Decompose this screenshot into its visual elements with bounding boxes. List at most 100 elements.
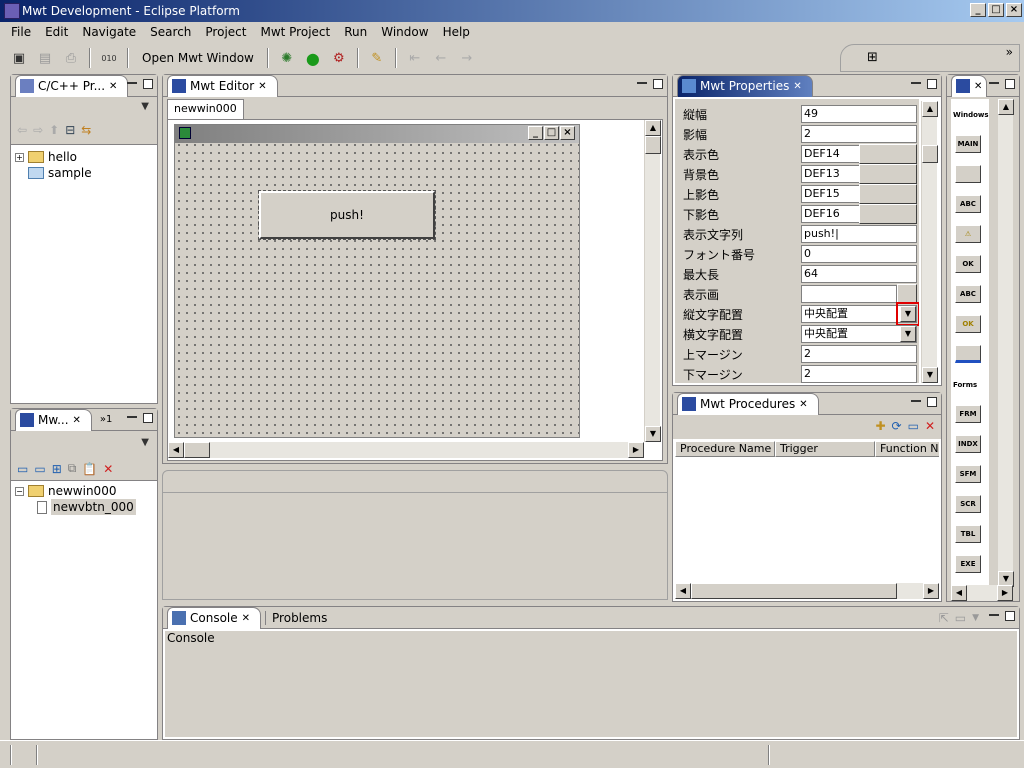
menu-project[interactable]: Project	[198, 25, 253, 39]
minimize-icon[interactable]	[911, 82, 921, 84]
palette-item[interactable]: ABC	[955, 195, 981, 213]
designed-close-button[interactable]: ×	[560, 126, 575, 140]
close-icon[interactable]: ✕	[974, 81, 982, 92]
column-header[interactable]: Function Na	[875, 441, 939, 457]
maximize-icon[interactable]	[927, 397, 937, 407]
close-icon[interactable]: ✕	[73, 415, 81, 426]
prop-value-field[interactable]: 2	[801, 125, 917, 143]
menu-mwt-project[interactable]: Mwt Project	[253, 25, 337, 39]
menu-file[interactable]: File	[4, 25, 38, 39]
minimize-icon[interactable]	[989, 82, 999, 84]
run-icon[interactable]: ●	[302, 48, 324, 68]
scroll-down-button[interactable]: ▼	[645, 426, 661, 442]
print-icon[interactable]: ⎙	[60, 48, 82, 68]
menu-navigate[interactable]: Navigate	[75, 25, 143, 39]
prop-value-field[interactable]	[801, 285, 897, 303]
color-picker-button[interactable]	[859, 184, 917, 204]
menu-help[interactable]: Help	[436, 25, 477, 39]
mwt-properties-tab[interactable]: Mwt Properties	[700, 79, 789, 93]
palette-item[interactable]: OK	[955, 255, 981, 273]
console-tab[interactable]: Console	[190, 611, 238, 625]
palette-item[interactable]: FRM	[955, 405, 981, 423]
properties-vscrollbar[interactable]: ▲ ▼	[921, 101, 938, 383]
close-window-button[interactable]: ×	[1006, 3, 1022, 17]
delete-icon[interactable]: ✕	[103, 462, 113, 476]
color-picker-button[interactable]	[859, 204, 917, 224]
prop-value-field[interactable]: 64	[801, 265, 917, 283]
scroll-left-button[interactable]: ◀	[675, 583, 691, 599]
maximize-icon[interactable]	[143, 79, 153, 89]
prop-value-field[interactable]: 0	[801, 245, 917, 263]
tree-item-sample[interactable]: sample	[15, 165, 92, 181]
scroll-right-button[interactable]: ▶	[997, 585, 1013, 601]
minimize-window-button[interactable]: _	[970, 3, 986, 17]
minimize-icon[interactable]	[127, 82, 137, 84]
scroll-left-button[interactable]: ◀	[951, 585, 967, 601]
procedures-hscrollbar[interactable]: ◀ ▶	[675, 583, 939, 599]
display-console-icon[interactable]: ▭	[955, 611, 966, 625]
scroll-thumb[interactable]	[691, 583, 897, 599]
maximize-icon[interactable]	[653, 79, 663, 89]
copy-icon[interactable]: ⧉	[68, 461, 77, 476]
last-edit-icon[interactable]: ⇤	[404, 48, 426, 68]
nav-up-icon[interactable]: ⬆	[49, 123, 59, 137]
minimize-icon[interactable]	[637, 82, 647, 84]
maximize-icon[interactable]	[927, 79, 937, 89]
refresh-icon[interactable]: ⟳	[892, 419, 902, 433]
binary-icon[interactable]: 010	[98, 48, 120, 68]
scroll-down-button[interactable]: ▼	[922, 367, 938, 383]
scroll-left-button[interactable]: ◀	[168, 442, 184, 458]
close-icon[interactable]: ✕	[258, 81, 266, 92]
color-picker-button[interactable]	[859, 144, 917, 164]
column-header[interactable]: Trigger	[775, 441, 875, 457]
close-icon[interactable]: ✕	[109, 81, 117, 92]
menu-window[interactable]: Window	[374, 25, 435, 39]
palette-item[interactable]	[955, 165, 981, 183]
palette-item[interactable]: OK	[955, 315, 981, 333]
add-procedure-icon[interactable]: ✚	[875, 419, 885, 433]
open-perspective-icon[interactable]: ⊞	[867, 50, 878, 65]
scroll-thumb[interactable]	[184, 442, 210, 458]
designed-minimize-button[interactable]: _	[528, 126, 543, 140]
prop-value-field[interactable]: 49	[801, 105, 917, 123]
palette-vscrollbar[interactable]: ▲ ▼	[997, 99, 1014, 587]
designed-push-button[interactable]: push!	[258, 190, 436, 240]
minimize-icon[interactable]	[911, 400, 921, 402]
editor-subtab[interactable]: newwin000	[167, 99, 244, 119]
maximize-icon[interactable]	[1005, 79, 1015, 89]
hierarchy-icon[interactable]: ⊞	[52, 462, 62, 476]
tree-item-newvbtn[interactable]: newvbtn_000	[15, 499, 136, 515]
browse-image-button[interactable]	[897, 284, 917, 304]
column-header[interactable]: Procedure Name	[675, 441, 775, 457]
open-mwt-window-button[interactable]: Open Mwt Window	[136, 51, 260, 65]
designed-window-titlebar[interactable]: _ □ ×	[175, 125, 579, 143]
tree-item-newwin000[interactable]: − newwin000	[15, 483, 136, 499]
mwt-tree-tab[interactable]: Mw...	[38, 413, 69, 427]
palette-item[interactable]: MAIN	[955, 135, 981, 153]
chevron-down-icon[interactable]: ▼	[972, 613, 979, 623]
prop-value-field[interactable]: push!|	[801, 225, 917, 243]
search-tool-icon[interactable]: ✎	[366, 48, 388, 68]
maximize-window-button[interactable]: □	[988, 3, 1004, 17]
cpp-projects-tab[interactable]: C/C++ Pr...	[38, 79, 105, 93]
chevron-down-icon[interactable]: ▼	[900, 326, 916, 342]
close-icon[interactable]: ✕	[793, 81, 801, 92]
palette-icon[interactable]	[956, 79, 970, 93]
palette-item[interactable]: ⚠	[955, 225, 981, 243]
minimize-icon[interactable]	[127, 416, 137, 418]
maximize-icon[interactable]	[143, 413, 153, 423]
menu-edit[interactable]: Edit	[38, 25, 75, 39]
prop-value-field[interactable]: 2	[801, 365, 917, 383]
palette-hscrollbar[interactable]: ◀ ▶	[951, 585, 1013, 601]
delete-icon[interactable]: ✕	[925, 419, 935, 433]
palette-item[interactable]: TBL	[955, 525, 981, 543]
paste-icon[interactable]: 📋	[82, 462, 97, 476]
editor-vscrollbar[interactable]: ▲ ▼	[644, 120, 661, 442]
external-tools-icon[interactable]: ⚙	[328, 48, 350, 68]
menu-search[interactable]: Search	[143, 25, 198, 39]
design-canvas[interactable]: _ □ × push!	[174, 124, 580, 438]
scroll-thumb[interactable]	[922, 145, 938, 163]
debug-icon[interactable]: ✺	[276, 48, 298, 68]
console-output[interactable]	[165, 647, 1017, 737]
new-window-2-icon[interactable]: ▭	[34, 462, 45, 476]
